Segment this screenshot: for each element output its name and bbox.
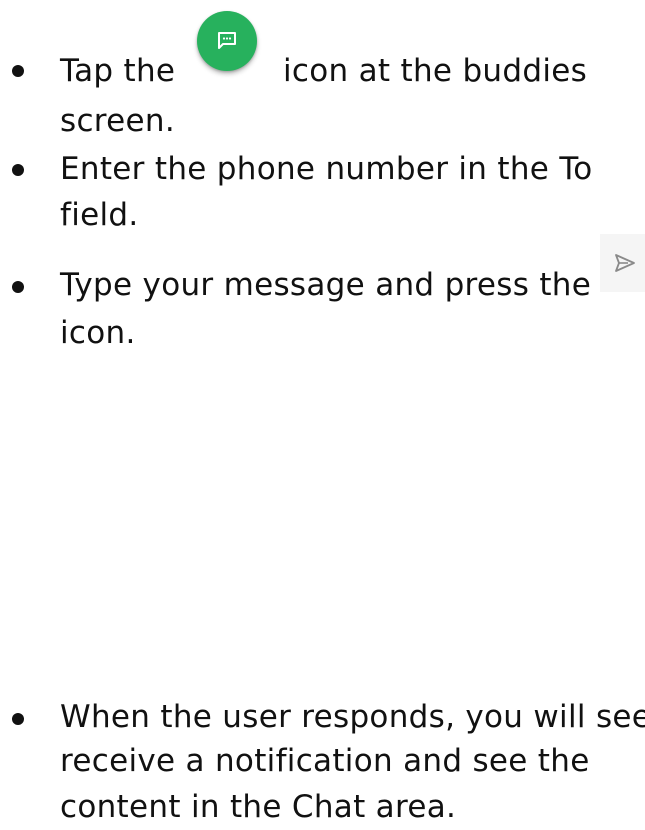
- bullet-marker: [12, 281, 24, 293]
- bullet-marker: [12, 65, 24, 77]
- step-3-text-line-2: icon.: [60, 315, 136, 351]
- step-4-text-line-1: When the user responds, you will see: [60, 699, 645, 735]
- chat-bubble-icon: [218, 32, 236, 49]
- step-1-text-line-2: screen.: [60, 103, 176, 139]
- step-4-text-line-2: receive a notification and see the: [60, 743, 590, 779]
- step-3-text-line-1: Type your message and press the: [60, 267, 592, 303]
- step-4-text-line-3: content in the Chat area.: [60, 789, 457, 825]
- send-arrow-icon: [615, 254, 635, 272]
- step-1-text-line-1: Tap the: [60, 53, 176, 89]
- new-chat-fab-icon: [197, 11, 257, 71]
- send-icon: [600, 234, 645, 292]
- step-2-text-line-1: Enter the phone number in the To: [60, 151, 593, 187]
- step-1-text-line-1-continued: icon at the buddies: [283, 53, 588, 89]
- bullet-marker: [12, 164, 24, 176]
- bullet-marker: [12, 713, 24, 725]
- step-2-text-line-2: field.: [60, 197, 139, 233]
